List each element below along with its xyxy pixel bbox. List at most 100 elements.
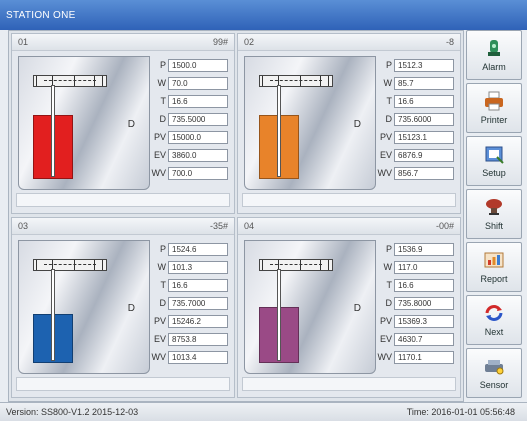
button-label: Setup <box>482 168 506 178</box>
field-list: P 1524.6 W 101.3 T 16.6 D 735.7000 PV 15… <box>140 240 228 366</box>
sidebar: Alarm Printer Setup Shift Report Next Se… <box>466 30 522 402</box>
field-value: 1500.0 <box>168 58 228 72</box>
field-label: W <box>157 78 167 88</box>
version-text: Version: SS800-V1.2 2015-12-03 <box>6 407 139 417</box>
field-row: WV 700.0 <box>140 164 228 182</box>
field-value: 15000.0 <box>168 130 228 144</box>
tank-number: 03 <box>18 221 29 231</box>
tank-panel-04[interactable]: 04 -00# D P 1536.9 W 117.0 T 16.6 D 735.… <box>237 217 461 398</box>
printer-icon <box>467 89 521 113</box>
field-row: WV 1170.1 <box>366 348 454 366</box>
field-label: P <box>385 60 392 70</box>
setup-icon <box>467 142 521 166</box>
setup-button[interactable]: Setup <box>466 136 522 186</box>
window-title: STATION ONE <box>6 10 76 21</box>
next-icon <box>467 301 521 325</box>
field-label: EV <box>153 150 166 160</box>
tank-number: 01 <box>18 37 29 47</box>
report-button[interactable]: Report <box>466 242 522 292</box>
level-probe <box>51 269 55 361</box>
field-label: EV <box>379 334 392 344</box>
field-row: T 16.6 <box>140 92 228 110</box>
sensor-button[interactable]: Sensor <box>466 348 522 398</box>
field-row: D 735.6000 <box>366 110 454 128</box>
field-label: PV <box>153 132 166 142</box>
tank-graphic: D <box>18 240 150 374</box>
field-label: W <box>383 262 393 272</box>
field-value: 85.7 <box>394 76 454 90</box>
field-label: D <box>385 298 393 308</box>
field-value: 735.5000 <box>168 112 228 126</box>
field-row: T 16.6 <box>366 92 454 110</box>
shift-icon <box>467 195 521 219</box>
field-label: WV <box>151 352 167 362</box>
field-value: 1536.9 <box>394 242 454 256</box>
field-row: EV 8753.8 <box>140 330 228 348</box>
field-row: PV 15123.1 <box>366 128 454 146</box>
tank-graphic: D <box>244 56 376 190</box>
field-row: D 735.7000 <box>140 294 228 312</box>
field-row: T 16.6 <box>366 276 454 294</box>
field-label: WV <box>151 168 167 178</box>
tank-grid: 01 99# D P 1500.0 W 70.0 T 16.6 D 735.50… <box>8 30 464 402</box>
tank-panel-03[interactable]: 03 -35# D P 1524.6 W 101.3 T 16.6 D 735.… <box>11 217 235 398</box>
printer-button[interactable]: Printer <box>466 83 522 133</box>
report-icon <box>467 248 521 272</box>
field-label: P <box>159 244 166 254</box>
field-list: P 1512.3 W 85.7 T 16.6 D 735.6000 PV 151… <box>366 56 454 182</box>
tank-number: 02 <box>244 37 255 47</box>
button-label: Alarm <box>482 62 506 72</box>
field-label: W <box>383 78 393 88</box>
field-label: T <box>386 280 393 290</box>
panel-header: 02 -8 <box>238 34 460 51</box>
shift-button[interactable]: Shift <box>466 189 522 239</box>
field-label: D <box>159 298 167 308</box>
field-row: EV 6876.9 <box>366 146 454 164</box>
field-label: PV <box>153 316 166 326</box>
field-row: PV 15369.3 <box>366 312 454 330</box>
tank-panel-02[interactable]: 02 -8 D P 1512.3 W 85.7 T 16.6 D 735.600… <box>237 33 461 214</box>
field-label: PV <box>379 132 392 142</box>
field-value: 117.0 <box>394 260 454 274</box>
tank-number: 04 <box>244 221 255 231</box>
next-button[interactable]: Next <box>466 295 522 345</box>
sensor-icon <box>467 354 521 378</box>
panel-header: 04 -00# <box>238 218 460 235</box>
level-probe <box>277 269 281 361</box>
field-label: W <box>157 262 167 272</box>
field-row: P 1512.3 <box>366 56 454 74</box>
field-row: T 16.6 <box>140 276 228 294</box>
tank-panel-01[interactable]: 01 99# D P 1500.0 W 70.0 T 16.6 D 735.50… <box>11 33 235 214</box>
alarm-icon <box>467 36 521 60</box>
field-row: W 70.0 <box>140 74 228 92</box>
panel-footer-bar <box>242 377 456 391</box>
field-row: W 85.7 <box>366 74 454 92</box>
button-label: Report <box>480 274 508 284</box>
status-bar: Version: SS800-V1.2 2015-12-03 Time: 201… <box>0 402 527 421</box>
tank-d-mark: D <box>353 119 361 130</box>
field-list: P 1536.9 W 117.0 T 16.6 D 735.8000 PV 15… <box>366 240 454 366</box>
field-row: W 117.0 <box>366 258 454 276</box>
field-value: 6876.9 <box>394 148 454 162</box>
field-value: 15369.3 <box>394 314 454 328</box>
field-list: P 1500.0 W 70.0 T 16.6 D 735.5000 PV 150… <box>140 56 228 182</box>
tank-rail <box>259 259 333 271</box>
field-label: P <box>159 60 166 70</box>
tank-d-mark: D <box>127 303 135 314</box>
time-text: Time: 2016-01-01 05:56:48 <box>406 407 515 417</box>
field-value: 735.8000 <box>394 296 454 310</box>
field-value: 16.6 <box>168 278 228 292</box>
button-label: Sensor <box>479 380 509 390</box>
alarm-button[interactable]: Alarm <box>466 30 522 80</box>
tank-status: -35# <box>209 221 228 231</box>
tank-graphic: D <box>18 56 150 190</box>
button-label: Printer <box>480 115 508 125</box>
field-value: 1512.3 <box>394 58 454 72</box>
field-row: EV 3860.0 <box>140 146 228 164</box>
field-row: PV 15246.2 <box>140 312 228 330</box>
field-label: WV <box>377 168 393 178</box>
tank-status: 99# <box>212 37 228 47</box>
field-row: D 735.8000 <box>366 294 454 312</box>
field-value: 700.0 <box>168 166 228 180</box>
panel-header: 01 99# <box>12 34 234 51</box>
